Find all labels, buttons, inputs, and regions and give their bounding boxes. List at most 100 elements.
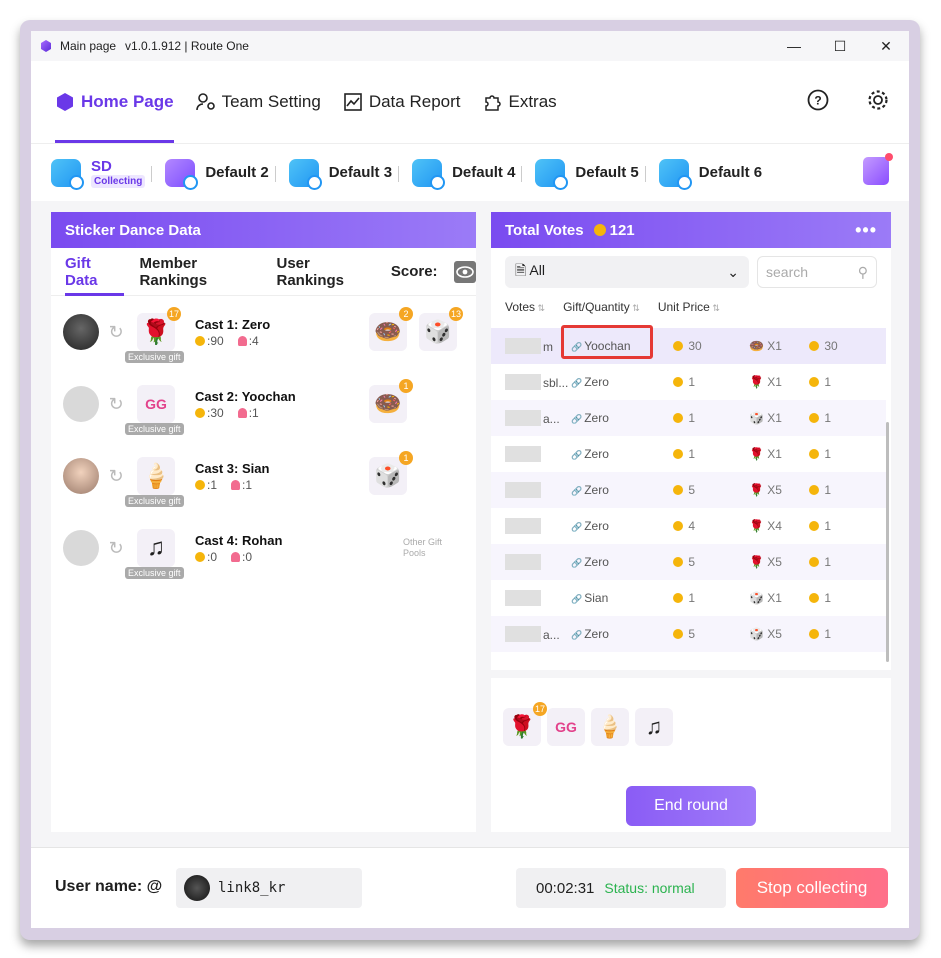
- vote-row[interactable]: sbl...Zero 1 🌹 X1 1: [491, 364, 886, 400]
- close-icon[interactable]: ✕: [863, 31, 909, 61]
- gg-gift-icon[interactable]: GG: [547, 708, 585, 746]
- exclusive-label: Exclusive gift: [125, 495, 184, 507]
- coin-icon: [673, 521, 683, 531]
- person-icon: [237, 335, 247, 346]
- nav-team-setting[interactable]: Team Setting: [195, 61, 321, 143]
- gift-qty: X1: [767, 447, 782, 461]
- vote-target[interactable]: Zero: [571, 447, 609, 461]
- coin-icon: [195, 407, 205, 418]
- status-text: Status: normal: [604, 880, 695, 896]
- vote-target[interactable]: Zero: [571, 483, 609, 497]
- price-value: 1: [824, 555, 832, 569]
- preset-default-6[interactable]: Default 6: [639, 144, 762, 202]
- vote-target[interactable]: Zero: [571, 555, 609, 569]
- blurred-avatar: [505, 626, 541, 642]
- nav-extras[interactable]: Extras: [483, 61, 557, 143]
- vote-target[interactable]: Zero: [571, 627, 609, 641]
- vote-count: 4: [673, 519, 695, 533]
- gift-icon: 🌹: [749, 447, 764, 461]
- gear-icon[interactable]: [867, 89, 889, 111]
- tab-gift-data[interactable]: Gift Data: [65, 248, 124, 296]
- vote-row[interactable]: a... Zero 1 🎲 X1 1: [491, 400, 886, 436]
- vote-target[interactable]: Zero: [571, 375, 609, 389]
- app-window: Main page v1.0.1.912 | Route One — ☐ ✕ H…: [31, 31, 909, 928]
- col-gift-quantity[interactable]: Gift/Quantity: [563, 300, 640, 314]
- nav-home-page[interactable]: Home Page: [55, 61, 174, 143]
- vote-row[interactable]: Zero 5 🌹 X5 1: [491, 472, 886, 508]
- preset-label: Default 6: [698, 164, 763, 181]
- preset-default-5[interactable]: Default 5: [515, 144, 639, 202]
- blurred-avatar: [505, 446, 541, 462]
- preset-sd[interactable]: SD Collecting: [31, 144, 146, 202]
- preset-face-icon: [658, 158, 692, 190]
- vote-price: 1: [809, 447, 831, 461]
- vote-row[interactable]: Sian 1 🎲 X1 1: [491, 580, 886, 616]
- rose-gift-icon[interactable]: 🌹 17: [503, 702, 547, 746]
- preset-face-icon: [288, 158, 322, 190]
- gift-qty: X5: [767, 483, 782, 497]
- vote-gift: 🌹 X5: [749, 555, 782, 569]
- vote-user-name: a...: [543, 412, 560, 426]
- preset-default-4[interactable]: Default 4: [392, 144, 515, 202]
- swap-icon[interactable]: ↻: [105, 537, 127, 559]
- vote-gift: 🌹 X1: [749, 375, 782, 389]
- search-input[interactable]: search ⚲: [757, 256, 877, 288]
- coin-icon: [809, 413, 819, 423]
- help-icon[interactable]: ?: [807, 89, 829, 111]
- col-unit-price[interactable]: Unit Price: [658, 300, 720, 314]
- exclusive-label: Exclusive gift: [125, 567, 184, 579]
- vote-count: 5: [673, 627, 695, 641]
- eye-icon[interactable]: [453, 260, 476, 283]
- gift-qty: X4: [767, 519, 782, 533]
- coin-icon: [673, 557, 683, 567]
- scrollbar[interactable]: [886, 422, 889, 662]
- vote-row[interactable]: Zero 1 🌹 X1 1: [491, 436, 886, 472]
- gift-icon: 🍩: [749, 339, 764, 353]
- swap-icon[interactable]: ↻: [105, 321, 127, 343]
- cast-row: ↻ GG Exclusive gift Cast 2: Yoochan :30 …: [63, 374, 463, 435]
- coin-icon: [809, 449, 819, 459]
- filter-select[interactable]: 🗎 All ⌄: [505, 256, 749, 288]
- tab-user-rankings[interactable]: User Rankings: [277, 248, 375, 296]
- blurred-avatar: [505, 374, 541, 390]
- ice-cream-gift-icon[interactable]: 🍦: [591, 708, 629, 746]
- vote-gift: 🎲 X1: [749, 591, 782, 605]
- vote-row[interactable]: a... Zero 5 🎲 X5 1: [491, 616, 886, 652]
- more-options-icon[interactable]: •••: [855, 220, 877, 241]
- vote-count: 1: [673, 447, 695, 461]
- vote-row[interactable]: mYoochan 30🍩 X1 30: [491, 325, 886, 364]
- price-value: 1: [824, 627, 832, 641]
- vote-user: a...: [505, 626, 560, 642]
- nav-data-report[interactable]: Data Report: [343, 61, 461, 143]
- end-round-button[interactable]: End round: [626, 786, 756, 826]
- nav-report-label: Data Report: [368, 92, 461, 111]
- vote-target[interactable]: Zero: [571, 411, 609, 425]
- vote-row[interactable]: Zero 5 🌹 X5 1: [491, 544, 886, 580]
- minimize-icon[interactable]: —: [771, 31, 817, 61]
- music-note-gift-icon[interactable]: ♫: [635, 708, 673, 746]
- vote-target[interactable]: Sian: [571, 591, 608, 605]
- ice-cream-gift-icon: 🍦 Exclusive gift: [125, 457, 184, 507]
- vote-user: [505, 590, 543, 606]
- swap-icon[interactable]: ↻: [105, 465, 127, 487]
- col-votes[interactable]: Votes: [505, 300, 545, 314]
- gift-icon: 🌹: [749, 375, 764, 389]
- preset-default-2[interactable]: Default 2: [145, 144, 269, 202]
- username-field[interactable]: link8_kr: [176, 868, 362, 908]
- vote-row[interactable]: Zero 4 🌹 X4 1: [491, 508, 886, 544]
- gift-icon: 🎲: [749, 627, 764, 641]
- swap-icon[interactable]: ↻: [105, 393, 127, 415]
- coin-icon: [809, 341, 819, 351]
- gift-icon: 🎲: [749, 411, 764, 425]
- price-value: 1: [824, 375, 832, 389]
- profile-icon[interactable]: [863, 153, 893, 185]
- vote-count: 5: [673, 555, 695, 569]
- vote-gift: 🌹 X5: [749, 483, 782, 497]
- vote-target[interactable]: Zero: [571, 519, 609, 533]
- tab-member-rankings[interactable]: Member Rankings: [140, 248, 261, 296]
- tab-score[interactable]: Score:: [391, 248, 438, 296]
- maximize-icon[interactable]: ☐: [817, 31, 863, 61]
- username-label: User name: @: [55, 878, 163, 895]
- stop-collecting-button[interactable]: Stop collecting: [736, 868, 888, 908]
- preset-default-3[interactable]: Default 3: [269, 144, 392, 202]
